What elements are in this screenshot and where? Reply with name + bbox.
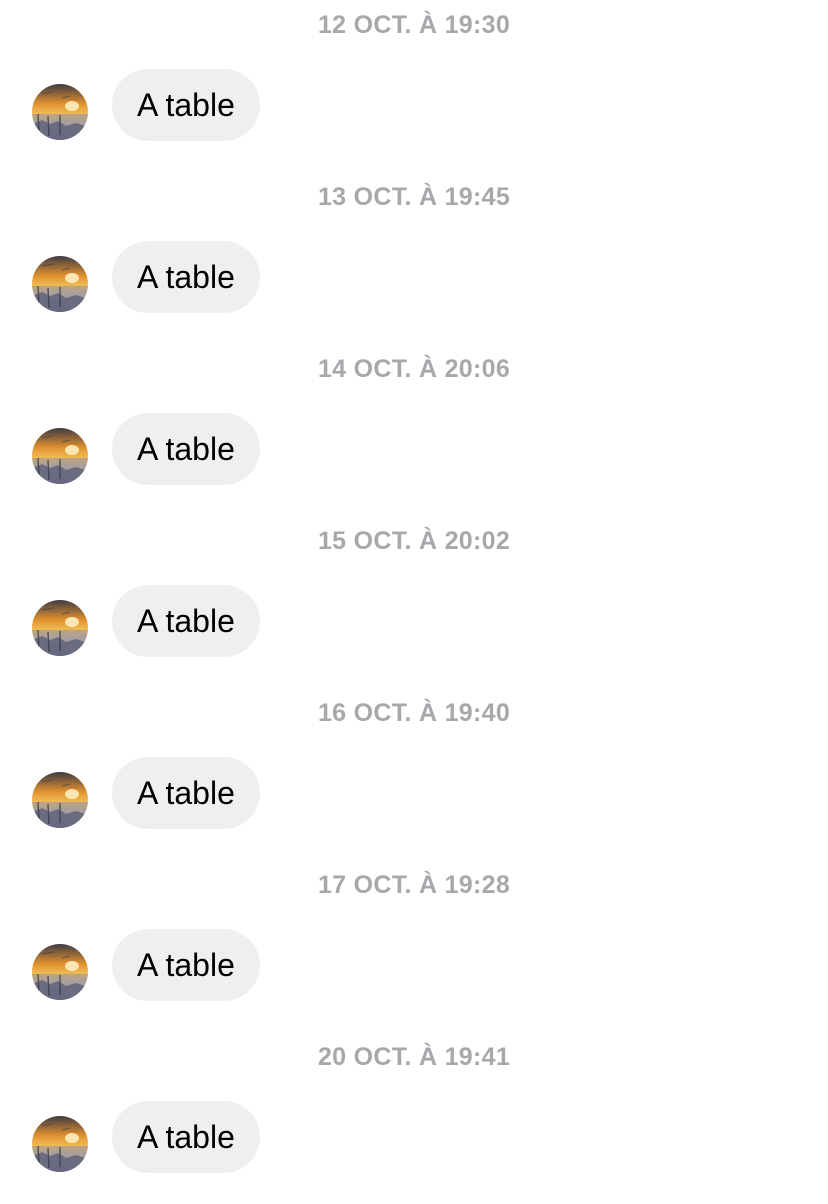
message-group: 12 OCT. À 19:30 A table <box>0 0 828 172</box>
message-bubble[interactable]: A table <box>112 929 260 1001</box>
message-text: A table <box>137 1119 235 1155</box>
message-text: A table <box>137 431 235 467</box>
message-group: 15 OCT. À 20:02 A table <box>0 516 828 688</box>
message-bubble[interactable]: A table <box>112 585 260 657</box>
message-timestamp: 12 OCT. À 19:30 <box>317 11 511 39</box>
message-group: 17 OCT. À 19:28 A table <box>0 860 828 1032</box>
avatar[interactable] <box>32 1116 88 1172</box>
message-bubble[interactable]: A table <box>112 1101 260 1173</box>
message-text: A table <box>137 259 235 295</box>
avatar[interactable] <box>32 256 88 312</box>
message-group: 13 OCT. À 19:45 A table <box>0 172 828 344</box>
message-bubble[interactable]: A table <box>112 413 260 485</box>
message-timestamp: 17 OCT. À 19:28 <box>317 871 511 899</box>
message-text: A table <box>137 947 235 983</box>
message-group: 14 OCT. À 20:06 A table <box>0 344 828 516</box>
message-group: 20 OCT. À 19:41 A table <box>0 1032 828 1204</box>
message-group: 16 OCT. À 19:40 A table <box>0 688 828 860</box>
message-thread[interactable]: 12 OCT. À 19:30 A table 13 OCT. À 19:45 … <box>0 0 828 1189</box>
message-bubble[interactable]: A table <box>112 757 260 829</box>
avatar[interactable] <box>32 944 88 1000</box>
message-timestamp: 15 OCT. À 20:02 <box>317 527 511 555</box>
message-timestamp: 16 OCT. À 19:40 <box>317 699 511 727</box>
message-bubble[interactable]: A table <box>112 241 260 313</box>
message-text: A table <box>137 603 235 639</box>
message-timestamp: 20 OCT. À 19:41 <box>317 1043 511 1071</box>
message-bubble[interactable]: A table <box>112 69 260 141</box>
message-text: A table <box>137 87 235 123</box>
message-text: A table <box>137 775 235 811</box>
avatar[interactable] <box>32 600 88 656</box>
message-timestamp: 13 OCT. À 19:45 <box>317 183 511 211</box>
avatar[interactable] <box>32 428 88 484</box>
message-timestamp: 14 OCT. À 20:06 <box>317 355 511 383</box>
avatar[interactable] <box>32 84 88 140</box>
avatar[interactable] <box>32 772 88 828</box>
